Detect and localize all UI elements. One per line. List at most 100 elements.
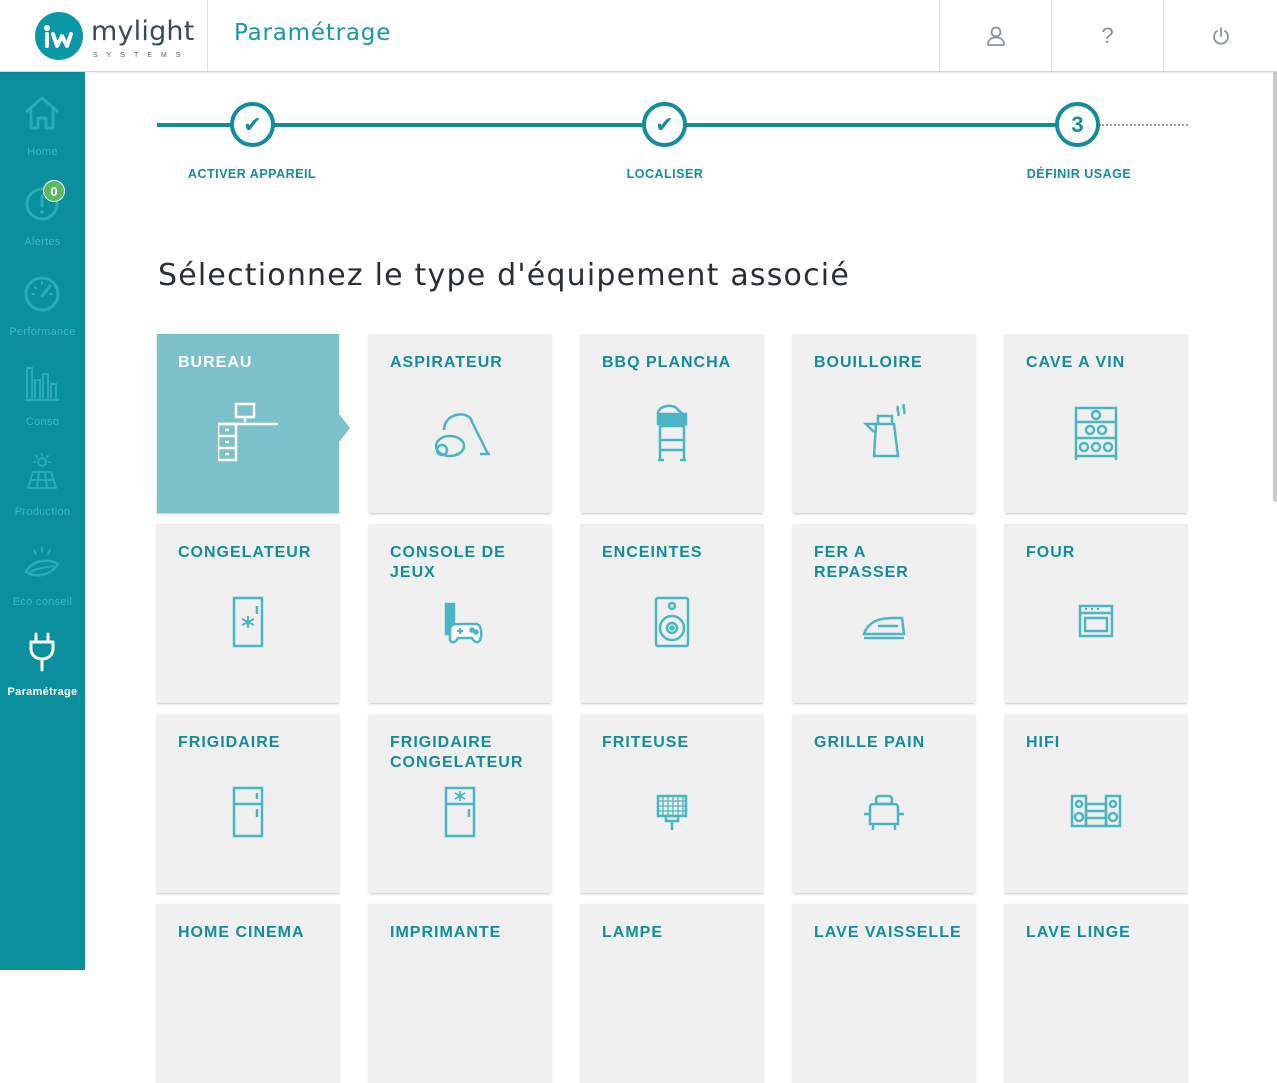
fridge-freezer-icon	[444, 786, 476, 838]
step-1-check-icon[interactable]: ✔	[230, 102, 275, 147]
bbq-icon	[656, 404, 688, 462]
brand-logo[interactable]: mylight SYSTEMS	[0, 0, 208, 71]
tile-console-de-jeux[interactable]: CONSOLE DE JEUX	[369, 524, 551, 703]
sidebar-item-performance[interactable]: Performance	[0, 252, 85, 342]
tile-congelateur[interactable]: CONGELATEUR	[157, 524, 339, 703]
tile-label: HIFI	[1026, 734, 1061, 751]
sidebar-item-label: Alertes	[24, 236, 61, 248]
sidebar-item-label: Home	[27, 146, 58, 158]
sidebar-item-label: Eco conseil	[12, 596, 73, 608]
step-1-label: ACTIVER APPAREIL	[187, 167, 317, 181]
fryer-icon	[656, 794, 688, 830]
solar-panel-icon	[27, 453, 57, 489]
help-button[interactable]: ?	[1051, 0, 1163, 71]
tile-frigidaire[interactable]: FRIGIDAIRE	[157, 714, 339, 893]
tile-label: LAVE VAISSELLE	[814, 924, 962, 941]
wizard-stepper: ✔ ACTIVER APPAREIL ✔ LOCALISER 3 DÉFINIR…	[157, 100, 1188, 190]
tile-label: FRIGIDAIRE CONGELATEUR	[390, 734, 524, 771]
bar-chart-icon	[25, 367, 59, 401]
tile-grille-pain[interactable]: GRILLE PAIN	[793, 714, 975, 893]
tile-imprimante[interactable]: IMPRIMANTE	[369, 904, 551, 1083]
tile-fer-a-repasser[interactable]: FER A REPASSER	[793, 524, 975, 703]
page-section-title: Paramétrage	[234, 20, 392, 46]
tile-bureau[interactable]: BUREAU	[157, 334, 350, 513]
tile-label: CONSOLE DE JEUX	[390, 544, 506, 581]
fridge-icon	[232, 786, 264, 838]
kettle-icon	[862, 403, 906, 458]
wine-cellar-icon	[1074, 406, 1118, 460]
tile-label: BUREAU	[178, 354, 253, 371]
desk-icon	[218, 402, 278, 462]
sidebar: Home Alertes 0 Performance Conso Product…	[0, 72, 85, 970]
page-scrollbar[interactable]	[1273, 72, 1277, 502]
help-label: ?	[1101, 22, 1114, 48]
sidebar-item-production[interactable]: Production	[0, 432, 85, 522]
tile-lampe[interactable]: LAMPE	[581, 904, 763, 1083]
plug-icon	[29, 632, 55, 672]
tile-label: LAVE LINGE	[1026, 924, 1131, 941]
tile-frigidaire-congelateur[interactable]: FRIGIDAIRE CONGELATEUR	[369, 714, 551, 893]
step-3-label: DÉFINIR USAGE	[1026, 167, 1132, 181]
sidebar-item-label: Performance	[9, 326, 76, 338]
tile-label: FRIGIDAIRE	[178, 734, 281, 751]
gauge-icon	[24, 276, 60, 312]
tile-label: CAVE A VIN	[1026, 354, 1126, 371]
sidebar-item-eco-conseil[interactable]: Eco conseil	[0, 522, 85, 612]
tile-label: GRILLE PAIN	[814, 734, 926, 751]
tile-label: HOME CINEMA	[178, 924, 305, 941]
brand-name: mylight	[91, 16, 195, 47]
tile-lave-linge[interactable]: LAVE LINGE	[1005, 904, 1187, 1083]
speaker-icon	[654, 596, 690, 648]
power-icon	[1212, 26, 1229, 45]
sidebar-item-parametrage[interactable]: Paramétrage	[0, 612, 85, 702]
tile-four[interactable]: FOUR	[1005, 524, 1187, 703]
oven-icon	[1078, 604, 1114, 638]
tile-cave-a-vin[interactable]: CAVE A VIN	[1005, 334, 1187, 513]
account-button[interactable]	[939, 0, 1051, 71]
hifi-icon	[1070, 794, 1122, 828]
tile-enceintes[interactable]: ENCEINTES	[581, 524, 763, 703]
logout-button[interactable]	[1163, 0, 1277, 71]
step-2-label: LOCALISER	[626, 167, 704, 181]
tile-bbq-plancha[interactable]: BBQ PLANCHA	[581, 334, 763, 513]
game-console-icon	[444, 602, 483, 644]
tile-friteuse[interactable]: FRITEUSE	[581, 714, 763, 893]
tile-label: FER A REPASSER	[814, 544, 909, 581]
tile-label: FRITEUSE	[602, 734, 690, 751]
user-icon	[986, 26, 1005, 46]
sidebar-item-home[interactable]: Home	[0, 72, 85, 162]
sidebar-item-label: Production	[14, 506, 71, 518]
tile-aspirateur[interactable]: ASPIRATEUR	[369, 334, 551, 513]
tile-label: CONGELATEUR	[178, 544, 312, 561]
tile-bouilloire[interactable]: BOUILLOIRE	[793, 334, 975, 513]
tile-label: BOUILLOIRE	[814, 354, 923, 371]
toaster-icon	[864, 794, 904, 830]
brand-subtitle: SYSTEMS	[93, 52, 190, 59]
iron-icon	[862, 616, 906, 640]
page-title: Sélectionnez le type d'équipement associ…	[158, 258, 851, 293]
leaf-icon	[24, 547, 60, 577]
step-3-number[interactable]: 3	[1055, 102, 1100, 147]
home-icon	[25, 96, 59, 130]
stepper-remaining-line	[1099, 124, 1188, 126]
tile-home-cinema[interactable]: HOME CINEMA	[157, 904, 339, 1083]
tile-hifi[interactable]: HIFI	[1005, 714, 1187, 893]
sidebar-item-conso[interactable]: Conso	[0, 342, 85, 432]
stepper-progress-line	[157, 123, 1077, 127]
top-bar: mylight SYSTEMS Paramétrage ?	[0, 0, 1277, 72]
step-2-check-icon[interactable]: ✔	[642, 102, 687, 147]
sidebar-item-label: Paramétrage	[7, 686, 78, 698]
selected-tile-pointer	[339, 414, 350, 442]
tile-label: ASPIRATEUR	[390, 354, 503, 371]
tile-label: ENCEINTES	[602, 544, 703, 561]
sidebar-item-alertes[interactable]: Alertes	[0, 162, 85, 252]
freezer-icon	[232, 596, 264, 648]
tile-lave-vaisselle[interactable]: LAVE VAISSELLE	[793, 904, 975, 1083]
alert-count-badge: 0	[43, 180, 65, 202]
tile-label: LAMPE	[602, 924, 663, 941]
tile-label: BBQ PLANCHA	[602, 354, 732, 371]
tile-label: IMPRIMANTE	[390, 924, 502, 941]
mylight-logo-icon	[35, 12, 83, 60]
vacuum-icon	[434, 413, 490, 458]
sidebar-item-label: Conso	[25, 416, 60, 428]
